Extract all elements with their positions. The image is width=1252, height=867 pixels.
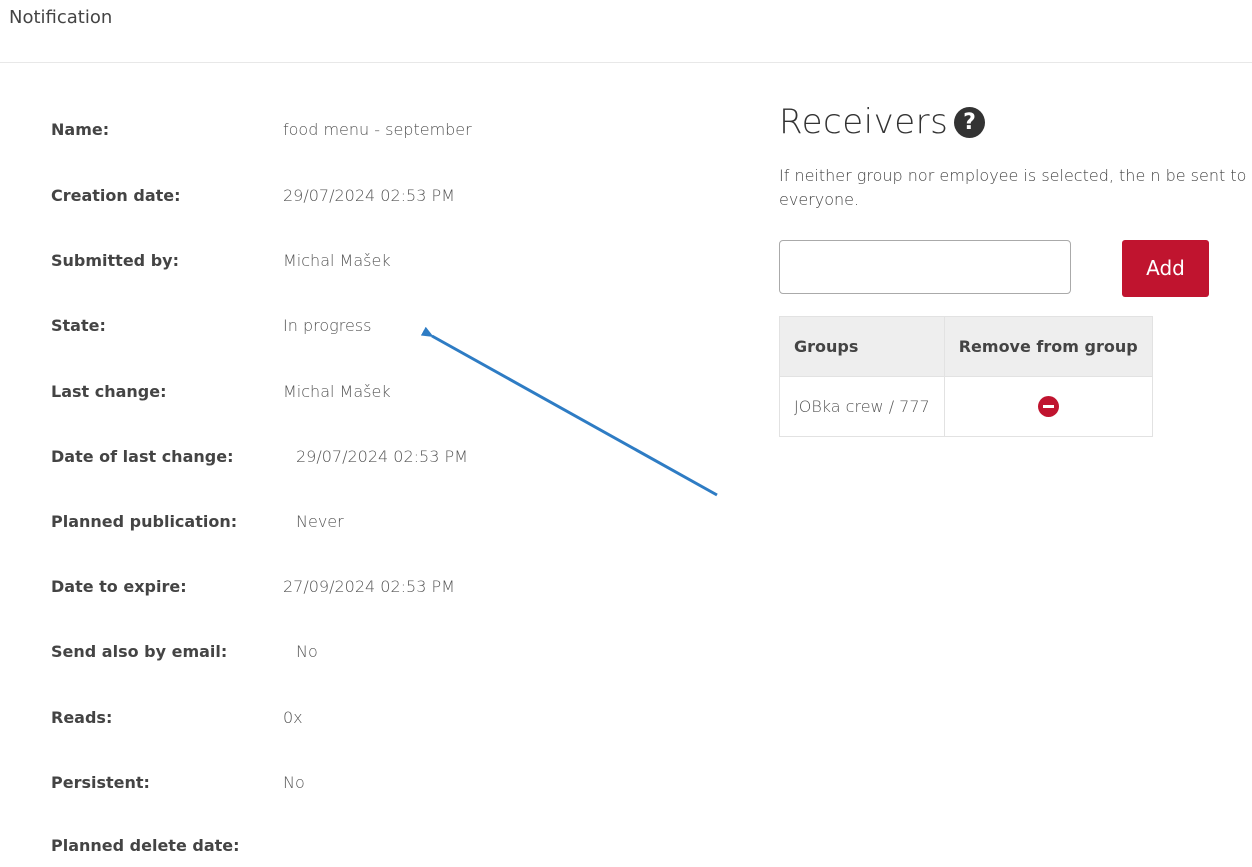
detail-value: Never: [296, 512, 344, 531]
detail-label: Planned publication:: [51, 512, 238, 531]
detail-label: Name:: [51, 120, 110, 139]
detail-value: food menu - september: [283, 120, 472, 139]
table-header-row: Groups Remove from group: [779, 316, 1153, 377]
add-button[interactable]: Add: [1122, 240, 1209, 297]
detail-label: Reads:: [51, 708, 113, 727]
detail-value: No: [296, 642, 318, 661]
receivers-title: Receivers: [779, 102, 949, 142]
detail-value: No: [283, 773, 305, 792]
table-row: JOBka crew / 777: [779, 376, 1153, 437]
page-title: Notification: [9, 7, 113, 28]
question-circle-icon[interactable]: ?: [954, 107, 985, 138]
detail-label: Creation date:: [51, 186, 181, 205]
group-name-cell: JOBka crew / 777: [779, 376, 945, 437]
detail-value: 29/07/2024 02:53 PM: [283, 186, 455, 205]
detail-value: Michal Mašek: [283, 251, 391, 270]
groups-table: Groups Remove from group JOBka crew / 77…: [779, 316, 1153, 437]
detail-label: Date of last change:: [51, 447, 234, 466]
detail-value: 0x: [283, 708, 303, 727]
detail-label: Date to expire:: [51, 577, 187, 596]
remove-cell: [943, 376, 1153, 437]
detail-label: Last change:: [51, 382, 167, 401]
receivers-note: If neither group nor employee is selecte…: [779, 166, 1247, 209]
detail-label: Send also by email:: [51, 642, 228, 661]
detail-label: State:: [51, 316, 106, 335]
detail-label: Planned delete date:: [51, 836, 240, 855]
detail-label: Submitted by:: [51, 251, 179, 270]
receiver-search-input[interactable]: [779, 240, 1071, 294]
detail-value: In progress: [283, 316, 372, 335]
column-header-groups: Groups: [779, 316, 945, 377]
detail-label: Persistent:: [51, 773, 150, 792]
minus-circle-icon[interactable]: [1037, 396, 1059, 417]
detail-value: Michal Mašek: [283, 382, 391, 401]
detail-value: 29/07/2024 02:53 PM: [296, 447, 468, 466]
detail-value: 27/09/2024 02:53 PM: [283, 577, 455, 596]
column-header-remove-from-group: Remove from group: [943, 316, 1153, 377]
page-header: Notification: [0, 0, 1252, 63]
